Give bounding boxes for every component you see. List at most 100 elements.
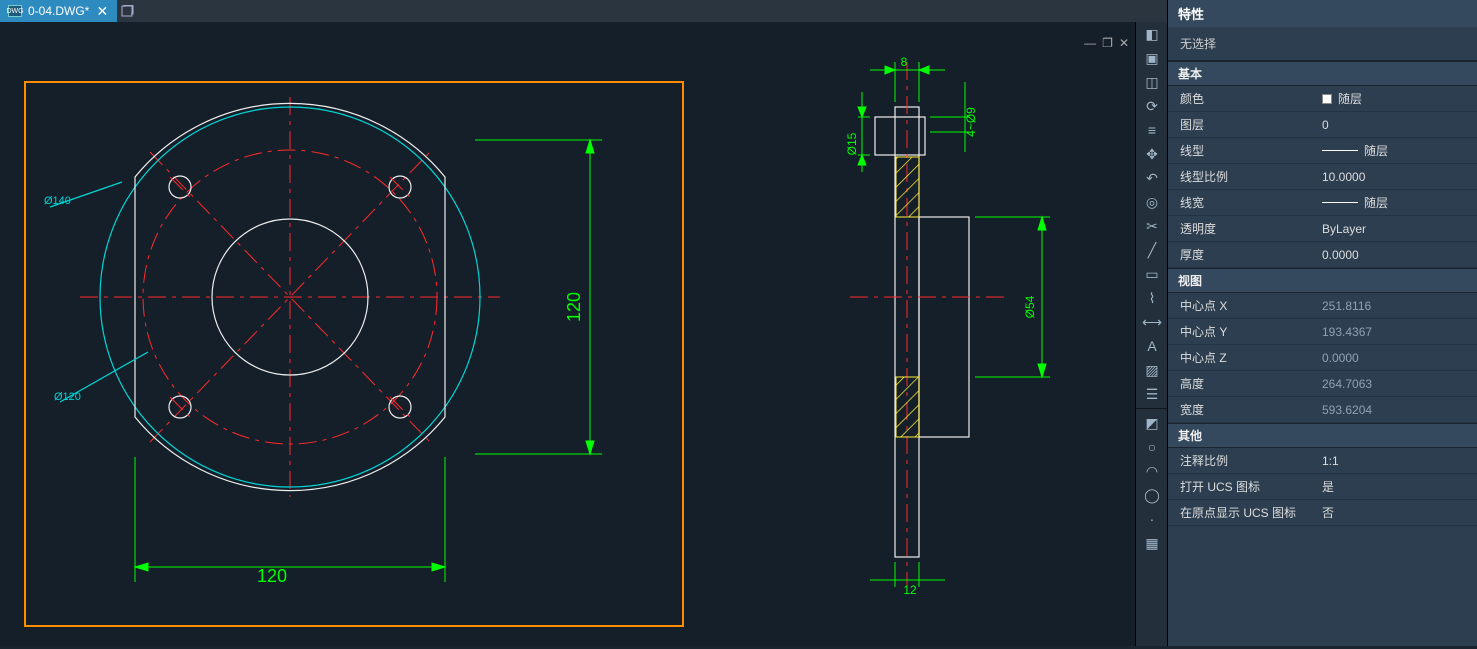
properties-panel: 特性 无选择 基本颜色随层图层0线型随层线型比例10.0000线宽随层透明度By… xyxy=(1167,0,1477,646)
prop-label: 在原点显示 UCS 图标 xyxy=(1168,504,1318,521)
prop-value[interactable]: 193.4367 xyxy=(1318,325,1477,339)
prop-value-text: 10.0000 xyxy=(1322,170,1365,184)
prop-row-view-0[interactable]: 中心点 X251.8116 xyxy=(1168,293,1477,319)
prop-label: 中心点 X xyxy=(1168,297,1318,314)
prop-label: 透明度 xyxy=(1168,220,1318,237)
prop-value[interactable]: 随层 xyxy=(1318,90,1477,107)
prop-value[interactable]: 593.6204 xyxy=(1318,403,1477,417)
hatch-icon[interactable]: ▨ xyxy=(1136,358,1168,382)
svg-text:Ø54: Ø54 xyxy=(1023,295,1037,318)
prop-value-text: 随层 xyxy=(1364,194,1388,211)
close-tab-icon[interactable]: ✕ xyxy=(95,3,109,20)
properties-title: 特性 xyxy=(1168,0,1477,27)
prop-value-text: 否 xyxy=(1322,504,1334,521)
prop-value[interactable]: 1:1 xyxy=(1318,454,1477,468)
polyline-icon[interactable]: ⌇ xyxy=(1136,286,1168,310)
prop-label: 打开 UCS 图标 xyxy=(1168,478,1318,495)
section-basic[interactable]: 基本 xyxy=(1168,61,1477,86)
svg-text:Ø120: Ø120 xyxy=(54,391,81,403)
prop-row-other-1[interactable]: 打开 UCS 图标是 xyxy=(1168,474,1477,500)
linetype-swatch-icon xyxy=(1322,202,1358,203)
rotate-icon[interactable]: ⟳ xyxy=(1136,94,1168,118)
dimension-icon[interactable]: ⟷ xyxy=(1136,310,1168,334)
prop-value-text: 0 xyxy=(1322,118,1329,132)
prop-value-text: 0.0000 xyxy=(1322,351,1359,365)
section-other[interactable]: 其他 xyxy=(1168,423,1477,448)
linetype-swatch-icon xyxy=(1322,150,1358,151)
select-icon[interactable]: ▣ xyxy=(1136,46,1168,70)
layer-icon[interactable]: ☰ xyxy=(1136,382,1168,406)
undo-icon[interactable]: ↶ xyxy=(1136,166,1168,190)
prop-value-text: 随层 xyxy=(1364,142,1388,159)
prop-row-view-2[interactable]: 中心点 Z0.0000 xyxy=(1168,345,1477,371)
maximize-icon[interactable]: ❐ xyxy=(1102,36,1113,50)
side-view: 8 Ø15 4~Ø9 xyxy=(845,55,1050,597)
minimize-icon[interactable]: — xyxy=(1084,36,1096,50)
new-tab-button[interactable] xyxy=(117,0,139,22)
prop-row-view-1[interactable]: 中心点 Y193.4367 xyxy=(1168,319,1477,345)
prop-row-other-0[interactable]: 注释比例 1:1 xyxy=(1168,448,1477,474)
prop-value[interactable]: 264.7063 xyxy=(1318,377,1477,391)
prop-value[interactable]: 随层 xyxy=(1318,194,1477,211)
prop-row-view-3[interactable]: 高度 264.7063 xyxy=(1168,371,1477,397)
prop-row-basic-1[interactable]: 图层0 xyxy=(1168,112,1477,138)
svg-text:12: 12 xyxy=(903,583,917,597)
prop-label: 线型 xyxy=(1168,142,1318,159)
prop-label: 高度 xyxy=(1168,375,1318,392)
drawing-canvas[interactable]: — ❐ ✕ xyxy=(0,22,1135,646)
eraser-icon[interactable]: ◧ xyxy=(1136,22,1168,46)
prop-label: 注释比例 xyxy=(1168,452,1318,469)
prop-label: 厚度 xyxy=(1168,246,1318,263)
trim-icon[interactable]: ✂ xyxy=(1136,214,1168,238)
prop-row-basic-5[interactable]: 透明度ByLayer xyxy=(1168,216,1477,242)
prop-row-basic-0[interactable]: 颜色随层 xyxy=(1168,86,1477,112)
prop-row-basic-2[interactable]: 线型 随层 xyxy=(1168,138,1477,164)
arc-icon[interactable]: ◠ xyxy=(1136,459,1168,483)
prop-value[interactable]: 251.8116 xyxy=(1318,299,1477,313)
prop-value[interactable]: 10.0000 xyxy=(1318,170,1477,184)
prop-value-text: 是 xyxy=(1322,478,1334,495)
prop-value[interactable]: 随层 xyxy=(1318,142,1477,159)
prop-label: 宽度 xyxy=(1168,401,1318,418)
region-icon[interactable]: ▦ xyxy=(1136,531,1168,555)
selection-summary[interactable]: 无选择 xyxy=(1168,27,1477,61)
prop-value-text: 1:1 xyxy=(1322,454,1339,468)
close-window-icon[interactable]: ✕ xyxy=(1119,36,1129,50)
prop-row-view-4[interactable]: 宽度 593.6204 xyxy=(1168,397,1477,423)
point-icon[interactable]: · xyxy=(1136,507,1168,531)
prop-label: 颜色 xyxy=(1168,90,1318,107)
color-swatch-icon xyxy=(1322,94,1332,104)
prop-row-basic-3[interactable]: 线型比例10.0000 xyxy=(1168,164,1477,190)
prop-value[interactable]: 0 xyxy=(1318,118,1477,132)
prop-row-other-2[interactable]: 在原点显示 UCS 图标否 xyxy=(1168,500,1477,526)
section-view[interactable]: 视图 xyxy=(1168,268,1477,293)
align-icon[interactable]: ≡ xyxy=(1136,118,1168,142)
prop-value[interactable]: 0.0000 xyxy=(1318,248,1477,262)
move-icon[interactable]: ✥ xyxy=(1136,142,1168,166)
offset-icon[interactable]: ◎ xyxy=(1136,190,1168,214)
prop-value-text: 593.6204 xyxy=(1322,403,1372,417)
circle-icon[interactable]: ○ xyxy=(1136,435,1168,459)
file-tab[interactable]: DWG 0-04.DWG* ✕ xyxy=(0,0,117,22)
rect-icon[interactable]: ▭ xyxy=(1136,262,1168,286)
ellipse-icon[interactable]: ◯ xyxy=(1136,483,1168,507)
prop-value-text: 0.0000 xyxy=(1322,248,1359,262)
canvas-window-controls: — ❐ ✕ xyxy=(1084,36,1129,50)
prop-value[interactable]: 0.0000 xyxy=(1318,351,1477,365)
prop-row-basic-4[interactable]: 线宽随层 xyxy=(1168,190,1477,216)
selection-rect xyxy=(25,82,683,626)
line-icon[interactable]: ╱ xyxy=(1136,238,1168,262)
text-icon[interactable]: A xyxy=(1136,334,1168,358)
prop-value[interactable]: ByLayer xyxy=(1318,222,1477,236)
block-icon[interactable]: ◩ xyxy=(1136,411,1168,435)
mirror-icon[interactable]: ◫ xyxy=(1136,70,1168,94)
prop-row-basic-6[interactable]: 厚度 0.0000 xyxy=(1168,242,1477,268)
dwg-file-icon: DWG xyxy=(8,5,22,17)
prop-value[interactable]: 否 xyxy=(1318,504,1477,521)
prop-value-text: 264.7063 xyxy=(1322,377,1372,391)
svg-text:120: 120 xyxy=(257,566,287,586)
prop-value[interactable]: 是 xyxy=(1318,478,1477,495)
tab-title: 0-04.DWG* xyxy=(28,4,89,18)
svg-text:Ø140: Ø140 xyxy=(44,195,71,207)
svg-text:120: 120 xyxy=(564,292,584,322)
